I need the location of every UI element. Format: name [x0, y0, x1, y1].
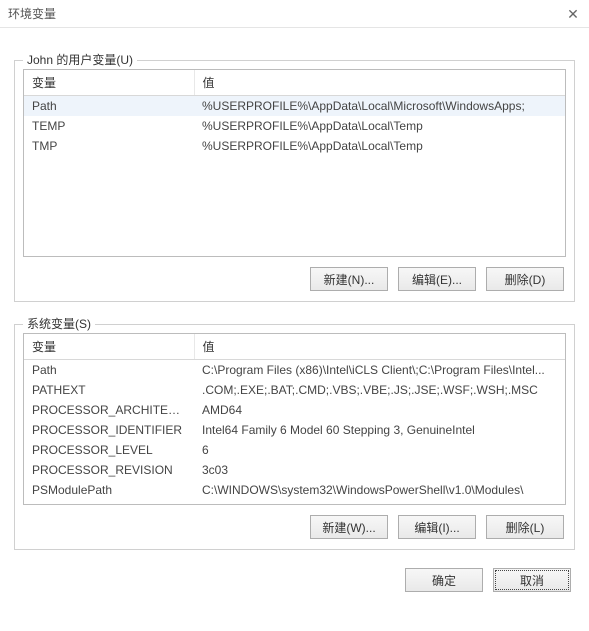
user-edit-button[interactable]: 编辑(E)... [398, 267, 476, 291]
table-row[interactable]: Path%USERPROFILE%\AppData\Local\Microsof… [24, 96, 565, 117]
dialog-content: John 的用户变量(U) 变量 值 Path%USERPROFILE%\App… [0, 28, 589, 554]
var-name-cell: PROCESSOR_ARCHITECT... [24, 400, 194, 420]
table-row[interactable]: TMP%USERPROFILE%\AppData\Local\Temp [24, 136, 565, 156]
var-value-cell: AMD64 [194, 400, 565, 420]
var-name-cell: TMP [24, 136, 194, 156]
system-vars-label: 系统变量(S) [23, 315, 95, 332]
close-icon[interactable]: ✕ [563, 4, 583, 24]
cancel-button[interactable]: 取消 [493, 568, 571, 592]
system-table-empty-space [24, 500, 565, 504]
system-delete-button[interactable]: 删除(L) [486, 515, 564, 539]
user-new-button[interactable]: 新建(N)... [310, 267, 388, 291]
var-value-cell: .COM;.EXE;.BAT;.CMD;.VBS;.VBE;.JS;.JSE;.… [194, 380, 565, 400]
var-value-cell: %USERPROFILE%\AppData\Local\Microsoft\Wi… [194, 96, 565, 117]
system-edit-button[interactable]: 编辑(I)... [398, 515, 476, 539]
var-name-cell: PSModulePath [24, 480, 194, 500]
table-row[interactable]: PROCESSOR_LEVEL6 [24, 440, 565, 460]
system-col-value[interactable]: 值 [194, 334, 565, 360]
var-value-cell: 6 [194, 440, 565, 460]
var-value-cell: %USERPROFILE%\AppData\Local\Temp [194, 116, 565, 136]
user-col-name[interactable]: 变量 [24, 70, 194, 96]
user-delete-button[interactable]: 删除(D) [486, 267, 564, 291]
dialog-button-row: 确定 取消 [0, 554, 589, 602]
user-table-empty-space [24, 156, 565, 256]
var-name-cell: TEMP [24, 116, 194, 136]
table-row[interactable]: TEMP%USERPROFILE%\AppData\Local\Temp [24, 116, 565, 136]
var-name-cell: PATHEXT [24, 380, 194, 400]
table-row[interactable]: PATHEXT.COM;.EXE;.BAT;.CMD;.VBS;.VBE;.JS… [24, 380, 565, 400]
system-col-name[interactable]: 变量 [24, 334, 194, 360]
var-value-cell: 3c03 [194, 460, 565, 480]
system-vars-table[interactable]: 变量 值 PathC:\Program Files (x86)\Intel\iC… [24, 334, 565, 500]
window-title: 环境变量 [8, 5, 56, 22]
titlebar: 环境变量 ✕ [0, 0, 589, 28]
var-name-cell: Path [24, 360, 194, 381]
system-new-button[interactable]: 新建(W)... [310, 515, 388, 539]
system-vars-group: 系统变量(S) 变量 值 PathC:\Program Files (x86)\… [14, 324, 575, 550]
ok-button[interactable]: 确定 [405, 568, 483, 592]
user-button-row: 新建(N)... 编辑(E)... 删除(D) [23, 257, 566, 293]
var-value-cell: Intel64 Family 6 Model 60 Stepping 3, Ge… [194, 420, 565, 440]
table-row[interactable]: PROCESSOR_IDENTIFIERIntel64 Family 6 Mod… [24, 420, 565, 440]
var-name-cell: PROCESSOR_LEVEL [24, 440, 194, 460]
user-vars-table-wrap: 变量 值 Path%USERPROFILE%\AppData\Local\Mic… [23, 69, 566, 257]
user-col-value[interactable]: 值 [194, 70, 565, 96]
var-value-cell: C:\Program Files (x86)\Intel\iCLS Client… [194, 360, 565, 381]
var-name-cell: Path [24, 96, 194, 117]
user-vars-group: John 的用户变量(U) 变量 值 Path%USERPROFILE%\App… [14, 60, 575, 302]
var-name-cell: PROCESSOR_IDENTIFIER [24, 420, 194, 440]
var-name-cell: PROCESSOR_REVISION [24, 460, 194, 480]
var-value-cell: C:\WINDOWS\system32\WindowsPowerShell\v1… [194, 480, 565, 500]
table-row[interactable]: PathC:\Program Files (x86)\Intel\iCLS Cl… [24, 360, 565, 381]
var-value-cell: %USERPROFILE%\AppData\Local\Temp [194, 136, 565, 156]
system-vars-table-wrap: 变量 值 PathC:\Program Files (x86)\Intel\iC… [23, 333, 566, 505]
user-vars-table[interactable]: 变量 值 Path%USERPROFILE%\AppData\Local\Mic… [24, 70, 565, 156]
table-row[interactable]: PROCESSOR_REVISION3c03 [24, 460, 565, 480]
table-row[interactable]: PROCESSOR_ARCHITECT...AMD64 [24, 400, 565, 420]
user-vars-label: John 的用户变量(U) [23, 51, 137, 68]
system-button-row: 新建(W)... 编辑(I)... 删除(L) [23, 505, 566, 541]
table-row[interactable]: PSModulePathC:\WINDOWS\system32\WindowsP… [24, 480, 565, 500]
